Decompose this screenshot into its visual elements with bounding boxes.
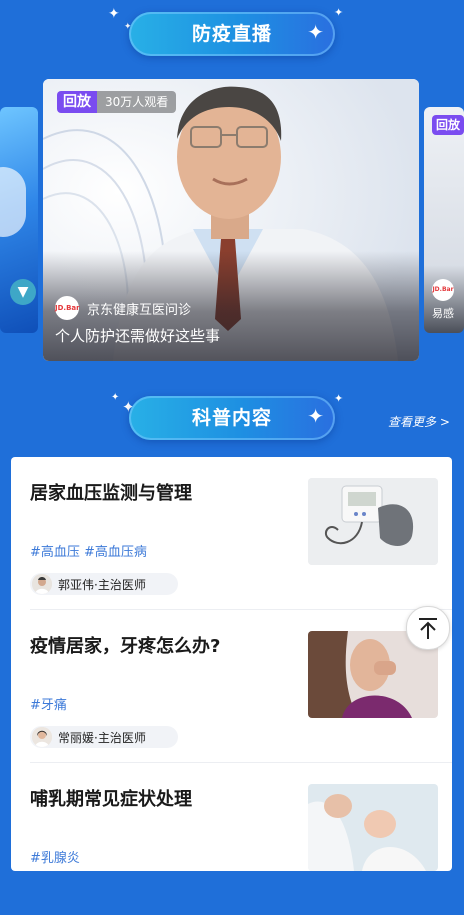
source-label-fragment: 易感: [432, 307, 454, 320]
character-illustration: [0, 167, 26, 237]
replay-label: 回放: [57, 91, 97, 113]
live-card-left[interactable]: ▼: [0, 107, 38, 333]
article-item[interactable]: 居家血压监测与管理 #高血压 #高血压病 郭亚伟·主治医师: [11, 457, 452, 609]
view-more-link[interactable]: 查看更多 >: [388, 413, 450, 430]
sparkle-icon: ✦: [108, 6, 120, 22]
article-tags[interactable]: #牙痛: [30, 694, 67, 713]
author-chip[interactable]: 郭亚伟·主治医师: [30, 573, 178, 595]
replay-badge: 回放: [432, 115, 464, 135]
article-title: 居家血压监测与管理: [30, 483, 192, 504]
play-icon[interactable]: ▼: [10, 279, 36, 305]
sparkle-icon: ✦: [307, 404, 325, 428]
arrow-up-to-line-icon: [419, 618, 437, 639]
back-to-top-button[interactable]: [406, 606, 450, 650]
article-item[interactable]: 哺乳期常见症状处理 #乳腺炎: [11, 763, 452, 915]
article-title: 疫情居家，牙疼怎么办?: [30, 636, 221, 657]
avatar: [32, 727, 52, 747]
source-row: JD.Bar 京东健康互医问诊: [55, 296, 191, 320]
sparkle-icon: ✦: [307, 20, 325, 44]
article-thumbnail: [308, 478, 438, 565]
article-title: 哺乳期常见症状处理: [30, 789, 192, 810]
popular-section-title-text: 科普内容: [191, 407, 272, 429]
live-card-right[interactable]: 回放 JD.Bar 易感: [424, 107, 464, 333]
live-section-title-text: 防疫直播: [191, 23, 272, 45]
article-thumbnail: [308, 784, 438, 871]
author-name: 常丽媛·主治医师: [58, 730, 146, 745]
popular-section-title: 科普内容 ✦: [129, 396, 335, 440]
jd-logo-icon: JD.Bar: [432, 279, 454, 301]
jd-logo-icon: JD.Bar: [55, 296, 80, 320]
sparkle-icon: ✦: [334, 392, 344, 405]
sparkle-icon: ✦: [334, 6, 344, 19]
view-count: 30万人观看: [97, 91, 177, 113]
source-label: 京东健康互医问诊: [87, 302, 192, 318]
live-section-title: 防疫直播 ✦: [129, 12, 335, 56]
article-tags[interactable]: #高血压 #高血压病: [30, 541, 147, 560]
article-tags[interactable]: #乳腺炎: [30, 847, 80, 866]
avatar: [32, 574, 52, 594]
replay-badge: 回放 30万人观看: [57, 91, 177, 113]
article-list: 居家血压监测与管理 #高血压 #高血压病 郭亚伟·主治医师 疫情居家，牙疼怎么办…: [11, 457, 452, 871]
author-name: 郭亚伟·主治医师: [58, 577, 146, 592]
live-caption: 个人防护还需做好这些事: [55, 327, 221, 345]
sparkle-icon: ✦: [111, 392, 120, 403]
live-card-main[interactable]: 回放 30万人观看 JD.Bar 京东健康互医问诊 个人防护还需做好这些事: [43, 79, 419, 361]
article-item[interactable]: 疫情居家，牙疼怎么办? #牙痛 常丽媛·主治医师: [11, 610, 452, 762]
author-chip[interactable]: 常丽媛·主治医师: [30, 726, 178, 748]
